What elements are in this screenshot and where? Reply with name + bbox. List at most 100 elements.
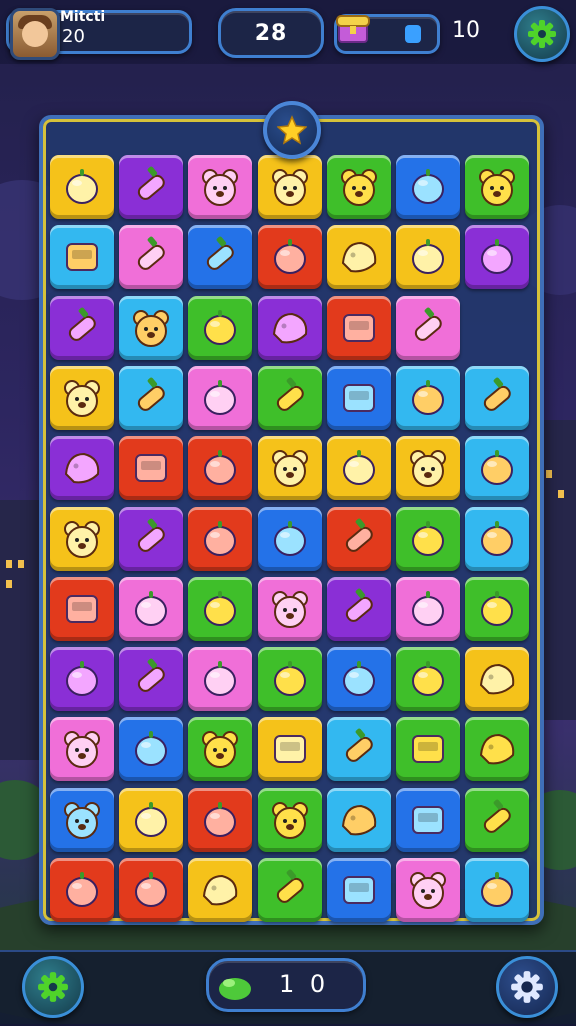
snail-icon xyxy=(481,520,514,556)
tile-capsule-r4c2[interactable] xyxy=(188,436,253,501)
tile-frog-r2c1[interactable] xyxy=(119,295,184,360)
tile-bear-r6c3[interactable] xyxy=(257,576,322,641)
tile-sausage-r3c6[interactable] xyxy=(465,365,530,430)
tile-box-r2c4[interactable] xyxy=(326,295,391,360)
tile-bear-r10c5[interactable] xyxy=(396,858,460,922)
tile-eggplant-r0c5[interactable] xyxy=(396,155,460,219)
tile-frog-r5c0[interactable] xyxy=(50,506,114,571)
tile-orange-face-r3c5[interactable] xyxy=(396,365,460,430)
tile-eggplant-r4c4[interactable] xyxy=(326,436,391,501)
tile-eggplant-r5c5[interactable] xyxy=(396,506,460,571)
tile-steak-r4c0[interactable] xyxy=(50,436,114,501)
tile-carrot-r1c2[interactable] xyxy=(188,225,253,290)
tile-lion-r4c3[interactable] xyxy=(257,436,322,501)
tile-carrot-r10c3[interactable] xyxy=(257,858,322,922)
progress-bar-fill xyxy=(405,25,421,43)
frog-icon xyxy=(64,520,100,558)
tile-bear-r0c2[interactable] xyxy=(188,155,253,219)
gear-icon xyxy=(528,20,556,48)
carrot-icon xyxy=(207,236,235,271)
options-button[interactable] xyxy=(496,956,558,1018)
tile-bear-r9c0[interactable] xyxy=(50,787,114,852)
tile-chili-r10c2[interactable] xyxy=(188,858,253,922)
tile-cup-r9c5[interactable] xyxy=(396,787,460,852)
tile-apple-r8c6[interactable] xyxy=(465,717,530,782)
tile-carrot-r6c4[interactable] xyxy=(326,576,391,641)
tile-bear-r9c3[interactable] xyxy=(257,787,322,852)
tile-balloon-r4c6[interactable] xyxy=(465,436,530,501)
tile-orange-face-r7c3[interactable] xyxy=(257,647,322,712)
tile-bottle-r5c4[interactable] xyxy=(326,506,391,571)
lion-icon xyxy=(202,731,239,769)
plum-icon xyxy=(481,872,514,907)
tile-carrot-face-r1c1[interactable] xyxy=(119,225,184,290)
tile-bear-r0c6[interactable] xyxy=(465,155,530,219)
boost-button[interactable] xyxy=(22,956,84,1018)
robot-icon xyxy=(135,454,168,483)
treasure-chest-icon[interactable] xyxy=(333,8,375,48)
tile-cup-r8c5[interactable] xyxy=(396,717,460,782)
carrot-icon xyxy=(138,166,165,200)
tile-bottle-r2c0[interactable] xyxy=(50,295,114,360)
tile-carrot-r9c6[interactable] xyxy=(465,787,530,852)
tile-lime-r7c0[interactable] xyxy=(50,647,114,712)
balloon-icon xyxy=(481,450,514,486)
hedgehog-icon xyxy=(271,169,308,206)
tile-cheese-r1c4[interactable] xyxy=(326,225,391,290)
tile-eggplant-r1c3[interactable] xyxy=(257,225,322,290)
tile-robot-r4c1[interactable] xyxy=(119,436,184,501)
settings-button[interactable] xyxy=(514,6,570,62)
tile-turtle-r4c5[interactable] xyxy=(396,436,460,501)
tile-candy-r5c1[interactable] xyxy=(119,506,184,571)
eggplant-icon xyxy=(412,169,444,204)
tile-bear-r3c0[interactable] xyxy=(50,365,114,430)
tile-sticks-r3c3[interactable] xyxy=(257,365,322,430)
paint-tube-icon xyxy=(138,377,165,411)
player-avatar[interactable] xyxy=(10,8,60,60)
tile-balloon-r7c5[interactable] xyxy=(396,647,460,712)
tile-lollipop-r6c2[interactable] xyxy=(188,576,253,641)
tile-balloon-r6c6[interactable] xyxy=(465,576,530,641)
tile-carrot-r0c1[interactable] xyxy=(119,155,184,219)
tile-fish-r6c1[interactable] xyxy=(119,576,184,641)
tile-star-fruit-r2c3[interactable] xyxy=(257,295,322,360)
tile-hedgehog-r0c3[interactable] xyxy=(257,155,322,219)
tile-pens-r8c4[interactable] xyxy=(326,717,391,782)
potato-icon xyxy=(341,804,377,835)
tile-box-r10c4[interactable] xyxy=(326,858,391,922)
tile-onion-r6c5[interactable] xyxy=(396,576,460,641)
tile-ghost-r0c0[interactable] xyxy=(50,155,114,219)
tile-ball-r8c1[interactable] xyxy=(119,717,184,782)
tile-lion-r8c2[interactable] xyxy=(188,717,253,782)
tile-bear-r8c0[interactable] xyxy=(50,717,114,782)
tile-plum-r7c4[interactable] xyxy=(326,647,391,712)
tile-bottle-r2c5[interactable] xyxy=(396,295,460,360)
tile-radio-r6c0[interactable] xyxy=(50,576,114,641)
star-badge[interactable] xyxy=(263,101,321,159)
tile-lime-r1c5[interactable] xyxy=(396,225,460,290)
house-icon xyxy=(66,243,98,272)
tile-paint-tube-r3c1[interactable] xyxy=(119,365,184,430)
tile-lemon-r5c3[interactable] xyxy=(257,506,322,571)
tile-ornament-r10c1[interactable] xyxy=(119,858,184,922)
tile-potato-r9c4[interactable] xyxy=(326,787,391,852)
tile-berry-r2c2[interactable] xyxy=(188,295,253,360)
tile-snail-r5c6[interactable] xyxy=(465,506,530,571)
tile-fox-r0c4[interactable] xyxy=(326,155,391,219)
tile-box-r8c3[interactable] xyxy=(257,717,322,782)
tile-pepper-r7c6[interactable] xyxy=(465,647,530,712)
tile-corn-r7c1[interactable] xyxy=(119,647,184,712)
tile-eggplant-r10c0[interactable] xyxy=(50,858,114,922)
tile-fish-r3c2[interactable] xyxy=(188,365,253,430)
tile-mug-r3c4[interactable] xyxy=(326,365,391,430)
tile-plum-r1c6[interactable] xyxy=(465,225,530,290)
tile-house-r1c0[interactable] xyxy=(50,225,114,290)
tile-ghost-r9c2[interactable] xyxy=(188,787,253,852)
tile-melon-r9c1[interactable] xyxy=(119,787,184,852)
lion-icon xyxy=(271,450,308,488)
tile-plum-r10c6[interactable] xyxy=(465,858,530,922)
bottle-icon xyxy=(68,307,96,341)
steak-icon xyxy=(64,453,100,484)
tile-ornament-r7c2[interactable] xyxy=(188,647,253,712)
tile-lantern-r5c2[interactable] xyxy=(188,506,253,571)
